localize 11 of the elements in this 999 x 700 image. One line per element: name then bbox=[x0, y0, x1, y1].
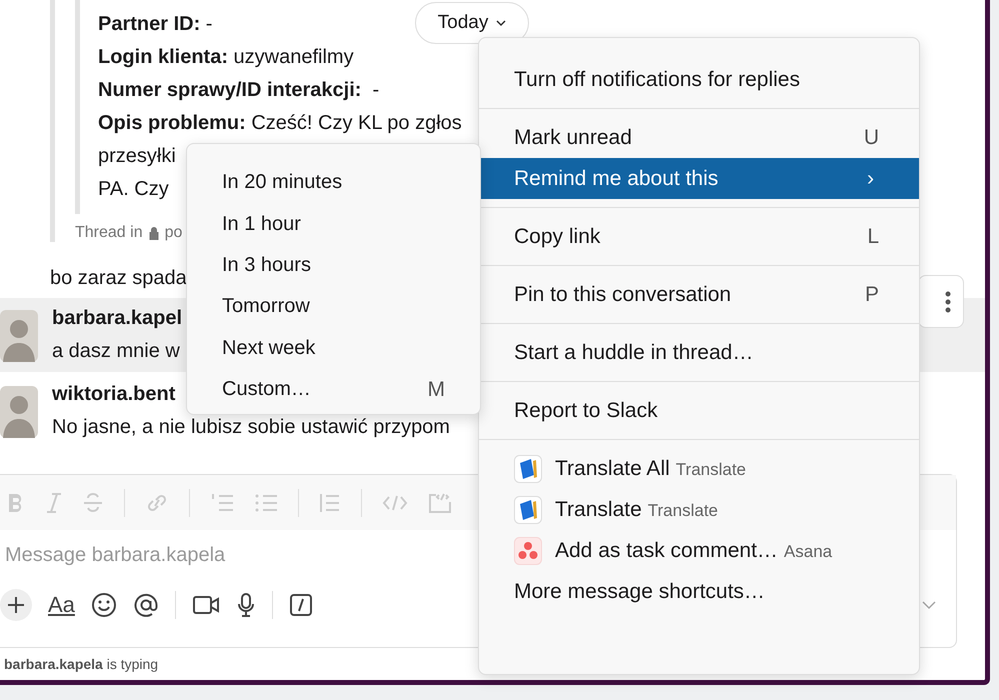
message-text: Login klienta: uzywanefilmy bbox=[98, 45, 354, 70]
message-text: bo zaraz spada bbox=[50, 266, 187, 291]
message-text: a dasz mnie w bbox=[52, 339, 180, 364]
message-text: No jasne, a nie lubisz sobie ustawić przypom bbox=[52, 415, 450, 440]
message-text: Opis problemu: Cześć! Czy KL po zgłos bbox=[98, 111, 462, 136]
message-text: PA. Czy bbox=[98, 177, 169, 202]
message-text: Numer sprawy/ID interakcji: - bbox=[98, 78, 380, 103]
message-text: Partner ID: - bbox=[98, 12, 212, 37]
thread-label: Thread in bbox=[75, 224, 143, 242]
message-text: przesyłki bbox=[98, 144, 176, 169]
typing-indicator: barbara.kapela is typing bbox=[4, 656, 160, 672]
